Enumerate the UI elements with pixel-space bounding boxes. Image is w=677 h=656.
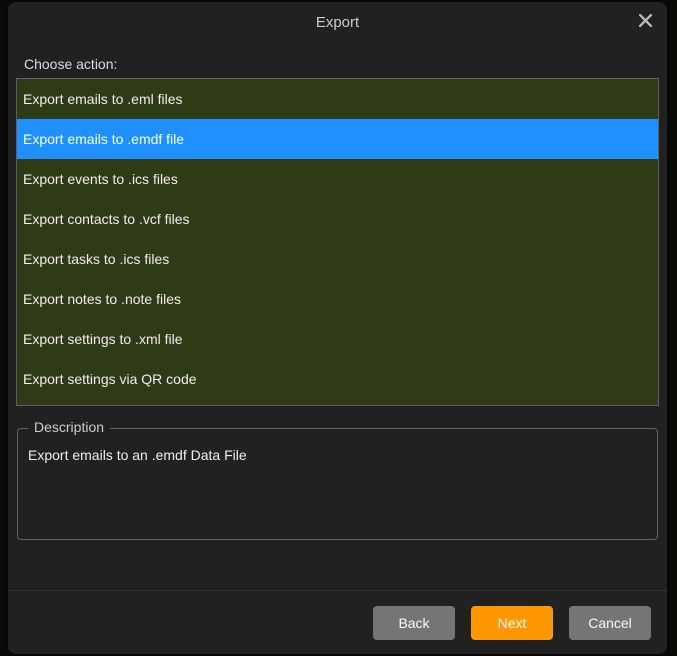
action-item-5[interactable]: Export notes to .note files bbox=[17, 279, 658, 319]
action-item-label: Export events to .ics files bbox=[23, 171, 178, 187]
dialog-body: Choose action: Export emails to .eml fil… bbox=[8, 42, 667, 590]
action-item-label: Export settings via QR code bbox=[23, 371, 197, 387]
description-text: Export emails to an .emdf Data File bbox=[28, 447, 647, 463]
action-item-3[interactable]: Export contacts to .vcf files bbox=[17, 199, 658, 239]
action-item-label: Export tasks to .ics files bbox=[23, 251, 169, 267]
action-item-7[interactable]: Export settings via QR code bbox=[17, 359, 658, 399]
action-item-label: Export contacts to .vcf files bbox=[23, 211, 190, 227]
description-group: Description Export emails to an .emdf Da… bbox=[17, 428, 658, 540]
dialog-titlebar: Export bbox=[8, 2, 667, 42]
action-item-label: Export notes to .note files bbox=[23, 291, 181, 307]
action-item-label: Export settings to .xml file bbox=[23, 331, 183, 347]
description-legend: Description bbox=[28, 419, 110, 435]
choose-action-label: Choose action: bbox=[24, 56, 659, 72]
action-item-4[interactable]: Export tasks to .ics files bbox=[17, 239, 658, 279]
action-item-6[interactable]: Export settings to .xml file bbox=[17, 319, 658, 359]
close-button[interactable] bbox=[635, 10, 655, 30]
action-item-label: Export emails to .emdf file bbox=[23, 131, 184, 147]
action-item-label: Export emails to .eml files bbox=[23, 91, 183, 107]
dialog-footer: Back Next Cancel bbox=[8, 590, 667, 654]
action-item-1[interactable]: Export emails to .emdf file bbox=[17, 119, 658, 159]
dialog-title: Export bbox=[316, 14, 359, 31]
back-button[interactable]: Back bbox=[373, 606, 455, 640]
export-dialog: Export Choose action: Export emails to .… bbox=[8, 2, 667, 654]
action-listbox[interactable]: Export emails to .eml files Export emails… bbox=[16, 78, 659, 406]
next-button[interactable]: Next bbox=[471, 606, 553, 640]
action-item-0[interactable]: Export emails to .eml files bbox=[17, 79, 658, 119]
close-icon bbox=[639, 14, 652, 27]
cancel-button[interactable]: Cancel bbox=[569, 606, 651, 640]
action-item-2[interactable]: Export events to .ics files bbox=[17, 159, 658, 199]
